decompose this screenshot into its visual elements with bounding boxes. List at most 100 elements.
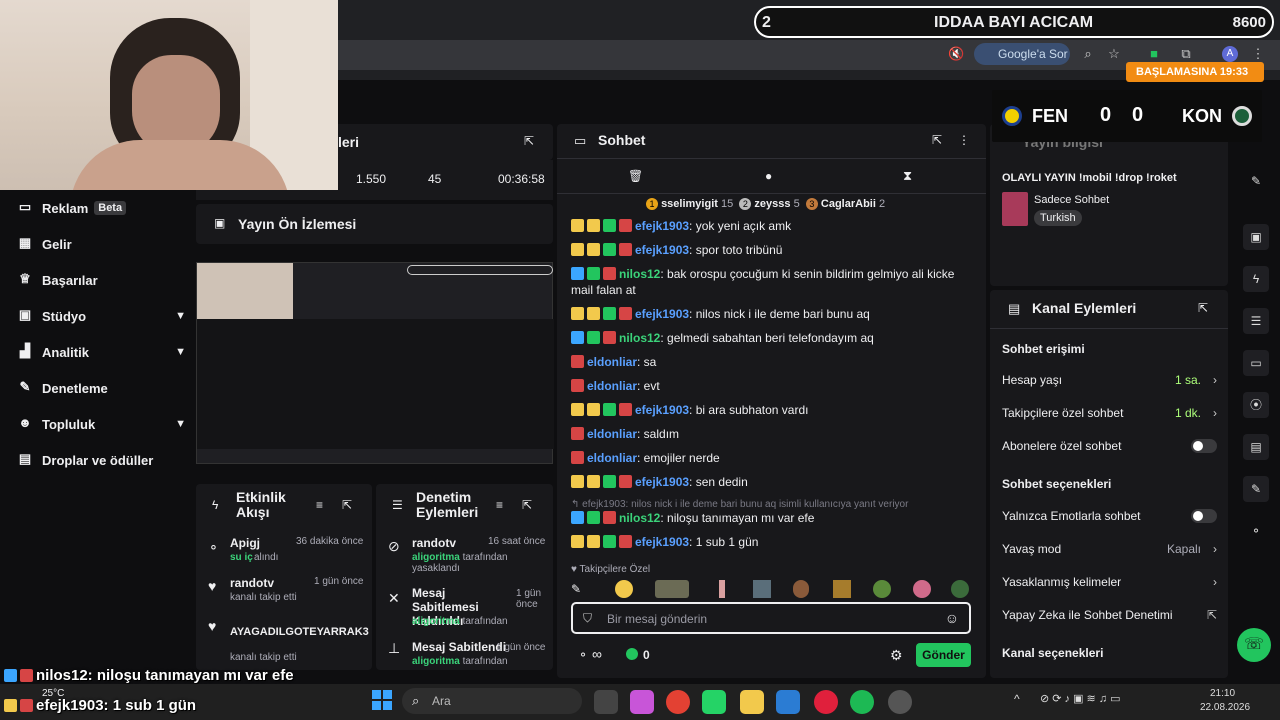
clock-time[interactable]: 21:10 [1210,688,1235,699]
store-icon[interactable] [776,690,800,714]
infinity-icon[interactable]: ∞ [592,646,602,662]
chat-message[interactable]: nilos12: niloşu tanımayan mı var efe [571,510,971,526]
broadcast-icon[interactable]: ⦿ [1243,392,1269,418]
clock-date[interactable]: 22.08.2026 [1200,702,1250,713]
chat-message[interactable]: efejk1903: nilos nick i ile deme bari bu… [571,306,971,322]
subs-chat-row[interactable]: Abonelere özel sohbet [1002,439,1217,457]
help-icon[interactable]: ☏ [1237,628,1271,662]
trophy-icon: ♕ [19,271,31,286]
opera-icon[interactable] [814,690,838,714]
filter-icon[interactable]: ≡ [496,498,503,512]
brush-icon[interactable]: ✎ [571,582,581,596]
popout-icon[interactable]: ⇱ [342,498,352,512]
emote-icon[interactable] [655,580,689,598]
chat-message[interactable]: nilos12: bak orospu çocuğum ki senin bil… [571,266,971,298]
account-age-row[interactable]: Hesap yaşı 1 sa. › [1002,373,1217,391]
puzzle-icon[interactable]: ⧉ [1178,46,1194,62]
chat-message[interactable]: eldonliar: sa [571,354,971,370]
google-ask-button[interactable]: Google'a Sor [974,43,1070,65]
chat-message[interactable]: eldonliar: emojiler nerde [571,450,971,466]
emote-icon[interactable] [951,580,969,598]
popout-icon[interactable]: ⇱ [932,133,942,147]
home-team: FEN [1032,106,1068,126]
emote-icon[interactable] [719,580,725,598]
countdown-badge: BAŞLAMASINA 19:33 [1126,62,1264,82]
slow-mode-row[interactable]: Yavaş mod Kapalı › [1002,542,1217,560]
mute-icon[interactable]: 🔇 [948,46,964,62]
more-icon[interactable]: ⋮ [958,133,970,147]
tray-icons[interactable]: ⊘ ⟳ ♪ ▣ ≋ ♫ ▭ [1040,692,1121,705]
edit-icon[interactable]: ✎ [1243,168,1269,194]
folder-icon[interactable] [740,690,764,714]
spotify-icon[interactable] [850,690,874,714]
share-icon[interactable]: ⚬ [1243,518,1269,544]
taskbar-search[interactable]: ⌕ Ara [402,688,582,714]
share-icon[interactable]: ⚬ [578,648,588,662]
profile-avatar[interactable]: A [1222,46,1238,62]
emote-icon[interactable] [753,580,771,598]
actions-icon[interactable]: ▤ [1243,434,1269,460]
chat-message[interactable]: nilos12: gelmedi sabahtan beri telefonda… [571,330,971,346]
sidebar-item-basarilar[interactable]: ♕ Başarılar [16,266,186,294]
popout-icon[interactable]: ⇱ [524,134,534,148]
subs-chat-toggle[interactable] [1191,439,1217,453]
copilot-icon[interactable] [630,690,654,714]
emote-only-toggle[interactable] [1191,509,1217,523]
emoji-icon[interactable]: ☺ [945,610,959,626]
stream-title-overlay: 2 IDDAA BAYI ACICAM 8600 [754,6,1274,38]
hourglass-icon[interactable]: ⧗ [903,168,912,184]
emote-icon[interactable] [615,580,633,598]
chat-message[interactable]: eldonliar: evt [571,378,971,394]
taskview-icon[interactable] [594,690,618,714]
chat-message[interactable]: efejk1903: sen dedin [571,474,971,490]
search-icon[interactable]: ⌕ [1080,46,1096,62]
sidebar-item-gelir[interactable]: ▦ Gelir [16,230,186,258]
gear-icon[interactable]: ⚙ [890,647,903,664]
chat-bubble-icon[interactable]: ● [765,169,772,183]
language-tag[interactable]: Turkish [1034,210,1082,226]
sidebar-item-denetleme[interactable]: ✎ Denetleme [16,374,186,402]
chat-message[interactable]: efejk1903: 1 sub 1 gün [571,534,971,550]
windows-start-icon[interactable] [372,690,392,710]
chat-message[interactable]: efejk1903: spor toto tribünü [571,242,971,258]
list-icon[interactable]: ☰ [1243,308,1269,334]
scoreboard: FEN 0 0 KON [992,90,1262,142]
star-icon[interactable]: ☆ [1106,46,1122,62]
preview-icon[interactable]: ▣ [1243,224,1269,250]
filter-icon[interactable]: ≡ [316,498,323,512]
emote-only-row[interactable]: Yalnızca Emotlarla sohbet [1002,509,1217,527]
chat-icon[interactable]: ▭ [1243,350,1269,376]
emote-icon[interactable] [873,580,891,598]
popout-icon[interactable]: ⇱ [522,498,532,512]
points-count: 0 [643,648,650,662]
extension-icon[interactable]: ■ [1146,46,1162,62]
emote-icon[interactable] [913,580,931,598]
sidebar-item-studyo[interactable]: ▣ Stüdyo ▼ [16,302,186,330]
chrome-icon[interactable] [666,690,690,714]
app-icon[interactable] [888,690,912,714]
followers-chat-row[interactable]: Takipçilere özel sohbet 1 dk. › [1002,406,1217,424]
emote-icon[interactable] [833,580,851,598]
wrench-icon[interactable]: ✎ [1243,476,1269,502]
chat-message[interactable]: efejk1903: yok yeni açık amk [571,218,971,234]
ai-mod-row[interactable]: Yapay Zeka ile Sohbet Denetimi ⇱ [1002,608,1217,626]
sidebar-item-reklam[interactable]: ▭ Reklam Beta [16,194,186,222]
preview-webcam [197,263,293,319]
emote-icon[interactable] [793,580,809,598]
sidebar-item-droplar[interactable]: ▤ Droplar ve ödüller [16,446,186,474]
stream-preview[interactable] [196,262,554,464]
banned-words-row[interactable]: Yasaklanmış kelimeler › [1002,575,1217,593]
trash-icon[interactable]: 🗑 [628,169,643,183]
menu-icon[interactable]: ⋮ [1250,46,1266,62]
lightning-icon[interactable]: ϟ [1243,266,1269,292]
whatsapp-icon[interactable] [702,690,726,714]
send-button[interactable]: Gönder [916,643,971,667]
chat-input[interactable]: ⛉ Bir mesaj gönderin ☺ [571,602,971,634]
points-icon[interactable] [626,648,638,660]
sidebar-item-analitik[interactable]: ▟ Analitik ▼ [16,338,186,366]
popout-icon[interactable]: ⇱ [1198,301,1208,315]
sidebar-item-topluluk[interactable]: ☻ Topluluk ▼ [16,410,186,438]
chat-message[interactable]: efejk1903: bi ara subhaton vardı [571,402,971,418]
chat-message[interactable]: eldonliar: saldım [571,426,971,442]
tray-chevron-icon[interactable]: ^ [1014,692,1020,706]
